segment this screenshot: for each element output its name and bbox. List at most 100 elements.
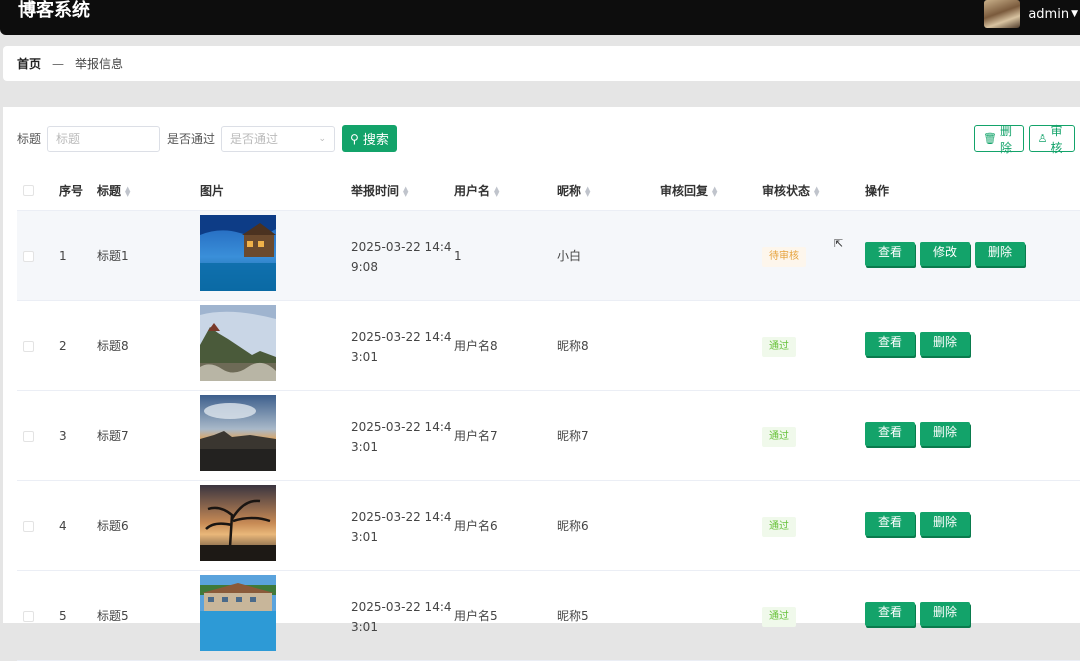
bulk-delete-button[interactable]: 🗑 删除 — [974, 124, 1024, 155]
status-badge: 通过 — [762, 427, 796, 447]
title-filter-input[interactable]: 标题 — [47, 125, 161, 152]
pass-filter-label: 是否通过 — [167, 132, 216, 146]
search-button[interactable]: ⚲ 搜索 — [342, 125, 397, 152]
cell-report-time: 2025-03-22 14:43:01 — [351, 510, 452, 544]
breadcrumb-current: 举报信息 — [75, 57, 124, 71]
cell-username: 用户名5 — [454, 609, 498, 623]
delete-button[interactable]: 删除 — [920, 512, 970, 536]
col-image: 图片 — [200, 184, 225, 198]
cell-index: 2 — [59, 339, 67, 353]
select-all-checkbox[interactable] — [23, 185, 34, 196]
view-button[interactable]: 查看 — [865, 332, 915, 356]
cell-nickname: 昵称5 — [557, 609, 589, 623]
cell-report-time: 2025-03-22 14:43:01 — [351, 600, 452, 634]
col-index: 序号 — [59, 184, 84, 198]
status-badge: 通过 — [762, 337, 796, 357]
row-actions: 查看 删除 — [865, 512, 975, 536]
cell-index: 3 — [59, 429, 67, 443]
cell-index: 1 — [59, 249, 67, 263]
user-menu[interactable]: admin ▼ — [984, 0, 1080, 28]
col-nickname[interactable]: 昵称 ▲ ▼ — [557, 171, 590, 211]
cell-index: 4 — [59, 519, 67, 533]
row-actions: 查看 删除 — [865, 332, 975, 356]
table-header: 序号 标题 ▲ ▼ 图片 举报时间 ▲ ▼ 用户名 ▲ ▼ 昵称 ▲ ▼ 审核回复 ▲ ▼ 审核状态… — [17, 171, 1080, 211]
bulk-actions: 🗑 删除 ♙ 审核 — [974, 124, 1080, 155]
col-review-reply[interactable]: 审核回复 ▲ ▼ — [660, 171, 717, 211]
report-image[interactable] — [200, 395, 276, 471]
view-button[interactable]: 查看 — [865, 512, 915, 536]
row-checkbox[interactable] — [23, 341, 34, 352]
view-button[interactable]: 查看 — [865, 602, 915, 626]
col-report-time[interactable]: 举报时间 ▲ ▼ — [351, 171, 408, 211]
delete-button[interactable]: 删除 — [975, 242, 1025, 266]
mouse-cursor-icon: ⇱ — [834, 237, 844, 250]
cell-title: 标题7 — [97, 429, 129, 443]
table-row[interactable]: 3 标题7 2025-03-22 14:43:01 用户名7 昵称7 通过 查看… — [17, 391, 1080, 481]
cell-title: 标题8 — [97, 339, 129, 353]
cell-nickname: 昵称8 — [557, 339, 589, 353]
cell-report-time: 2025-03-22 14:43:01 — [351, 330, 452, 364]
cell-nickname: 昵称6 — [557, 519, 589, 533]
status-badge: 通过 — [762, 517, 796, 537]
row-actions: 查看 删除 — [865, 422, 975, 446]
cell-index: 5 — [59, 609, 67, 623]
main-panel: 标题 标题 是否通过 是否通过 ⌄ ⚲ 搜索 🗑 删除 ♙ 审核 序号 标题 ▲ ▼… — [3, 107, 1080, 661]
bulk-review-button[interactable]: ♙ 审核 — [1028, 124, 1075, 155]
cell-report-time: 2025-03-22 14:49:08 — [351, 240, 452, 274]
sort-icon[interactable]: ▲ ▼ — [814, 185, 819, 197]
status-badge: 通过 — [762, 607, 796, 627]
table-row[interactable]: 4 标题6 2025-03-22 14:43:01 用户名6 昵称6 通过 查看… — [17, 481, 1080, 571]
table-row[interactable]: 1 标题1 2025-03-22 14:49:08 1 小白 待审核 查看 修改… — [17, 211, 1080, 301]
report-image[interactable] — [200, 215, 276, 291]
breadcrumb-home[interactable]: 首页 — [17, 55, 41, 72]
title-filter-label: 标题 — [17, 132, 42, 146]
sort-icon[interactable]: ▲ ▼ — [585, 185, 590, 197]
sort-icon[interactable]: ▲ ▼ — [403, 185, 408, 197]
pass-filter-select[interactable]: 是否通过 ⌄ — [221, 125, 336, 152]
cell-nickname: 小白 — [557, 249, 582, 263]
col-review-status[interactable]: 审核状态 ▲ ▼ — [762, 171, 819, 211]
user-name[interactable]: admin — [1028, 7, 1069, 22]
breadcrumb: 首页 — 举报信息 — [3, 46, 1080, 81]
edit-button[interactable]: 修改 — [920, 242, 970, 266]
chevron-down-icon[interactable]: ⌄ — [318, 134, 326, 144]
row-checkbox[interactable] — [23, 431, 34, 442]
row-actions: 查看 修改 删除 — [865, 242, 1030, 266]
search-icon: ⚲ — [350, 131, 359, 146]
chevron-down-icon[interactable]: ▼ — [1071, 9, 1078, 19]
report-image[interactable] — [200, 485, 276, 561]
col-title[interactable]: 标题 ▲ ▼ — [97, 171, 130, 211]
sort-icon[interactable]: ▲ ▼ — [494, 185, 499, 197]
app-title: 博客系统 — [18, 0, 90, 21]
row-checkbox[interactable] — [23, 521, 34, 532]
col-username[interactable]: 用户名 ▲ ▼ — [454, 171, 499, 211]
sort-icon[interactable]: ▲ ▼ — [712, 185, 717, 197]
table-row[interactable]: 5 标题5 2025-03-22 14:43:01 用户名5 昵称5 通过 查看… — [17, 571, 1080, 661]
cell-username: 用户名7 — [454, 429, 498, 443]
sort-icon[interactable]: ▲ ▼ — [125, 185, 130, 197]
cell-nickname: 昵称7 — [557, 429, 589, 443]
view-button[interactable]: 查看 — [865, 242, 915, 266]
delete-button[interactable]: 删除 — [920, 422, 970, 446]
trash-icon: 🗑 — [983, 132, 997, 145]
breadcrumb-separator: — — [52, 56, 65, 71]
top-bar: 博客系统 admin ▼ — [0, 0, 1080, 35]
row-checkbox[interactable] — [23, 611, 34, 622]
delete-button[interactable]: 删除 — [920, 602, 970, 626]
report-image[interactable] — [200, 305, 276, 381]
avatar[interactable] — [984, 0, 1021, 28]
report-image[interactable] — [200, 575, 276, 651]
view-button[interactable]: 查看 — [865, 422, 915, 446]
cell-title: 标题1 — [97, 249, 129, 263]
cell-username: 用户名8 — [454, 339, 498, 353]
cell-username: 1 — [454, 249, 462, 263]
table-row[interactable]: 2 标题8 2025-03-22 14:43:01 用户名8 昵称8 通过 查看… — [17, 301, 1080, 391]
report-table: 序号 标题 ▲ ▼ 图片 举报时间 ▲ ▼ 用户名 ▲ ▼ 昵称 ▲ ▼ 审核回复 ▲ ▼ 审核状态… — [17, 171, 1080, 661]
delete-button[interactable]: 删除 — [920, 332, 970, 356]
user-icon: ♙ — [1037, 132, 1048, 145]
col-actions: 操作 — [865, 184, 890, 198]
cell-title: 标题5 — [97, 609, 129, 623]
row-checkbox[interactable] — [23, 251, 34, 262]
cell-title: 标题6 — [97, 519, 129, 533]
row-actions: 查看 删除 — [865, 602, 975, 626]
